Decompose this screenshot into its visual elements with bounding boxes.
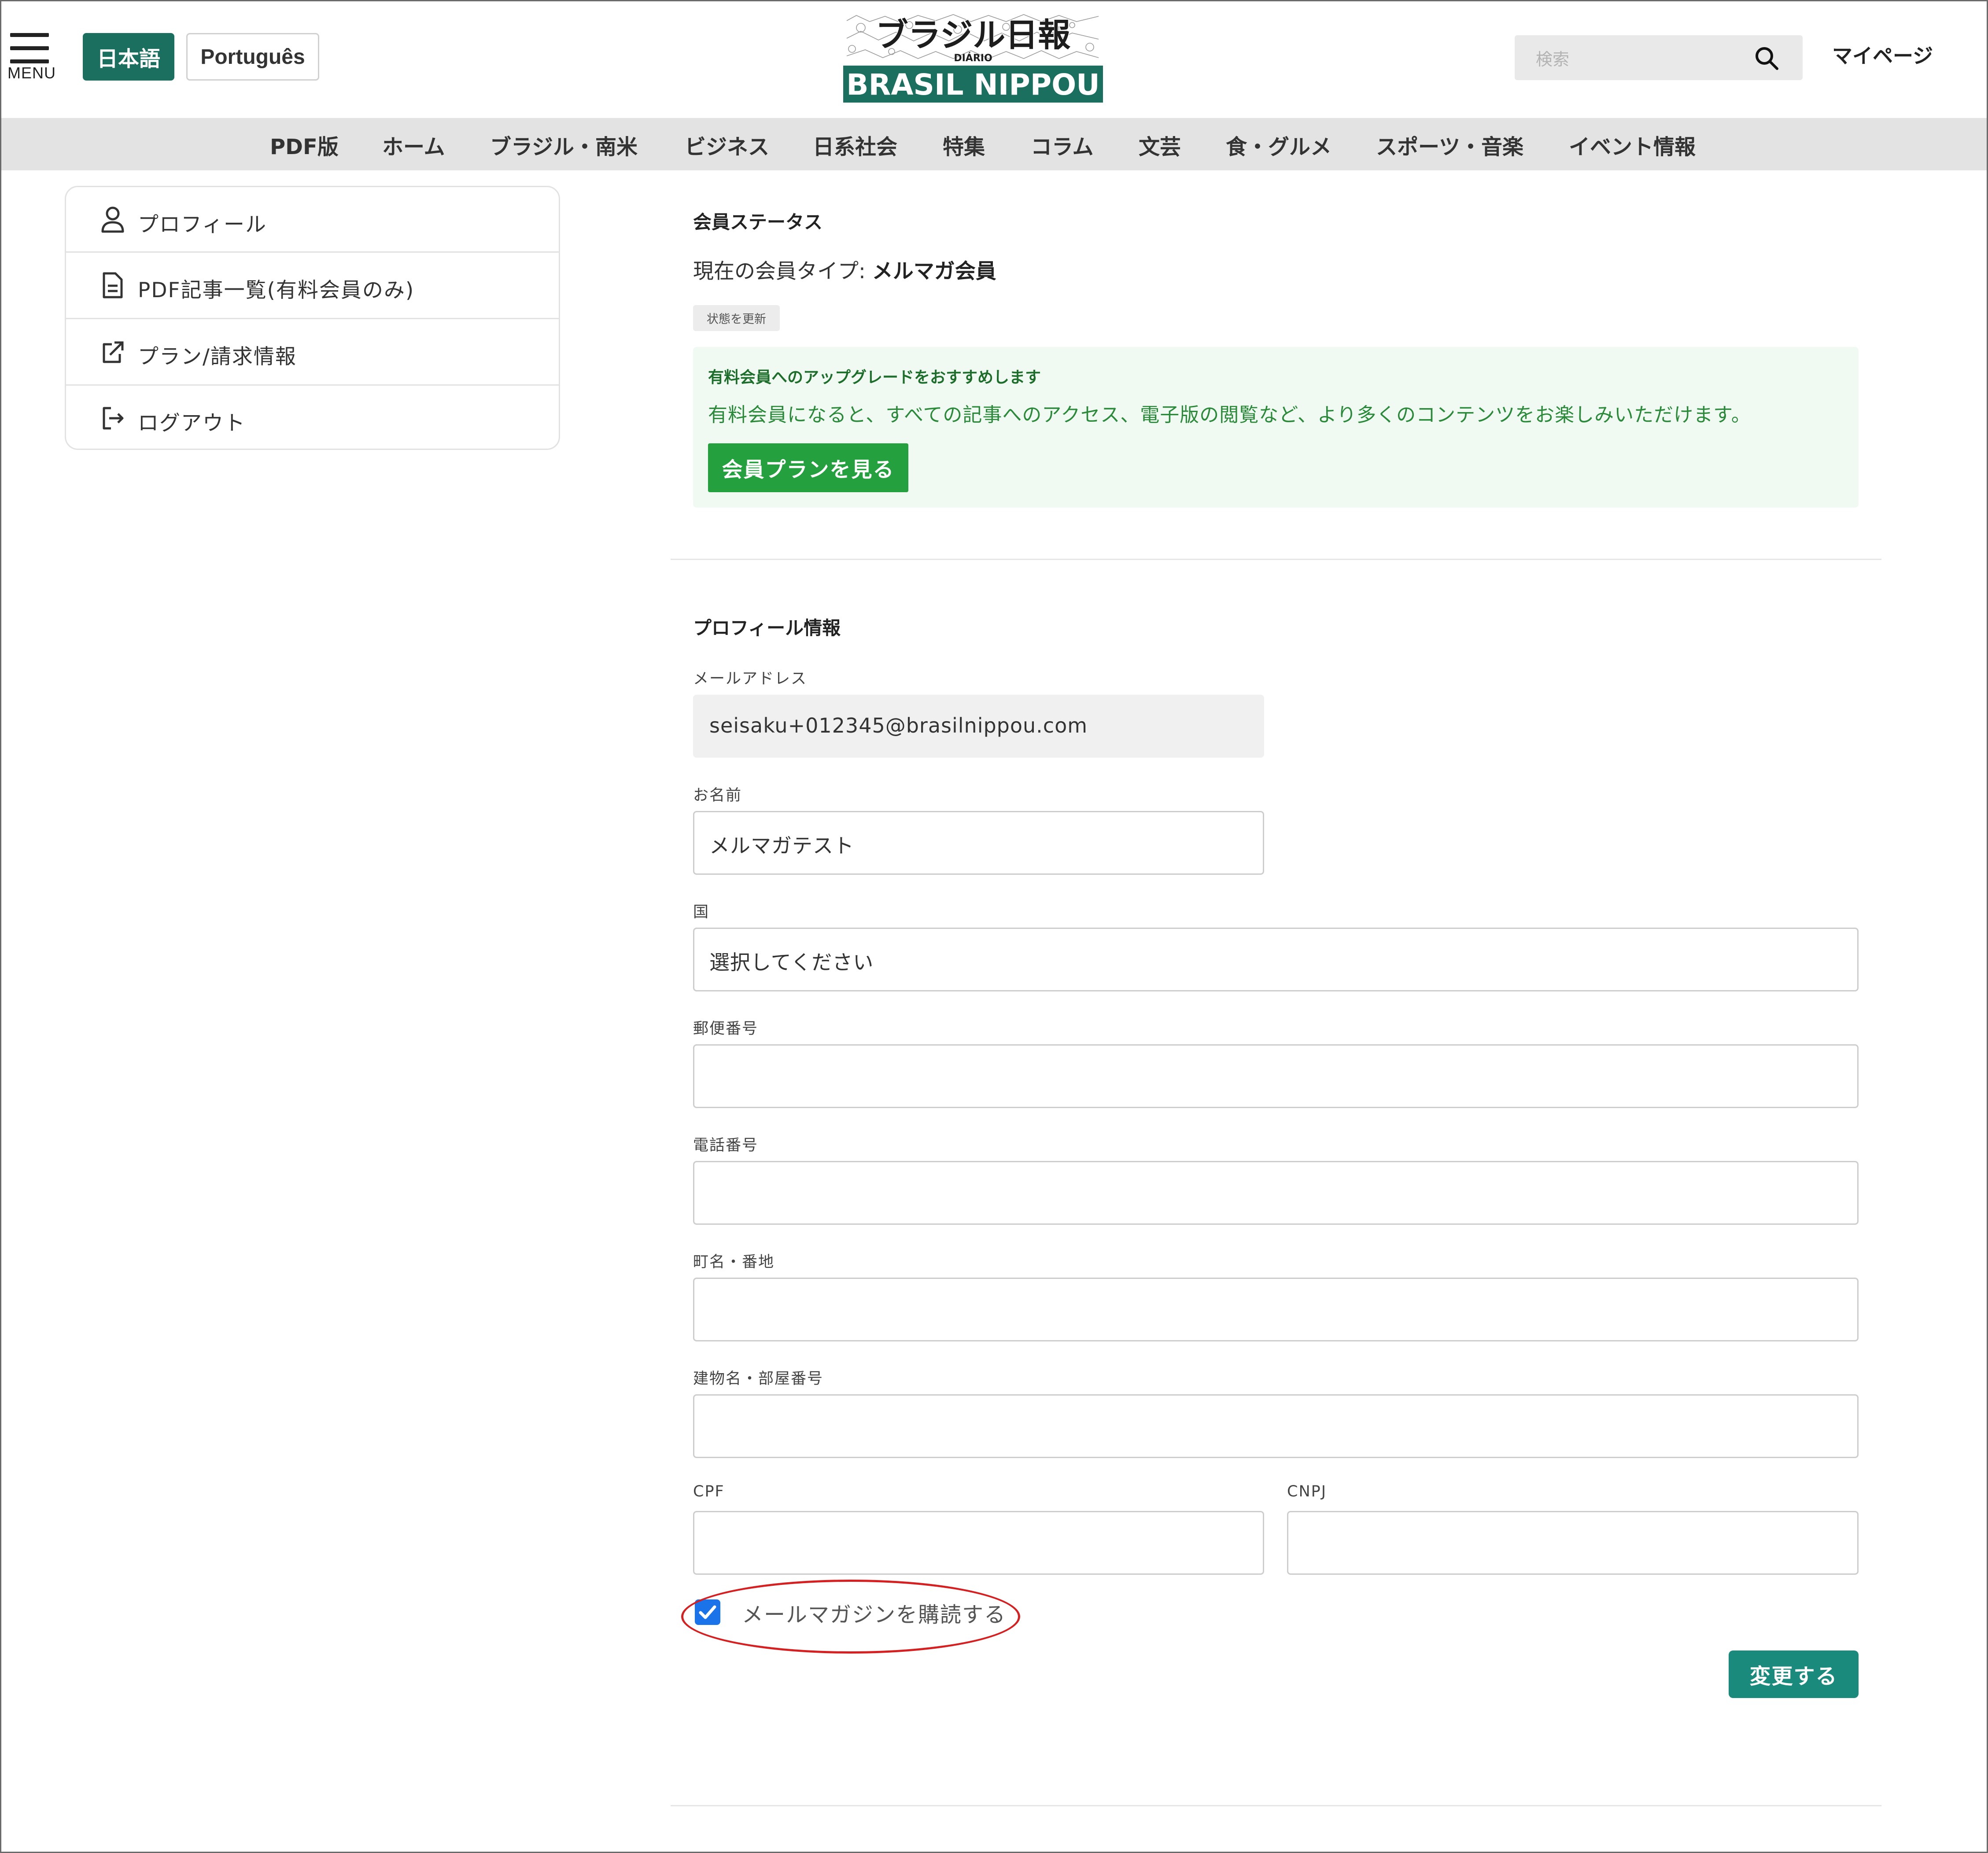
cnpj-input[interactable] [1287,1511,1859,1575]
zip-label: 郵便番号 [693,1020,759,1038]
language-portuguese-button[interactable]: Português [186,33,319,81]
email-value: seisaku+012345@brasilnippou.com [709,714,1088,737]
sidebar-item-logout[interactable]: ログアウト [66,386,559,451]
address-input[interactable] [693,1278,1859,1341]
building-label: 建物名・部屋番号 [693,1370,824,1388]
nav-item-column[interactable]: コラム [1031,129,1094,160]
sidebar-item-profile[interactable]: プロフィール [66,187,559,252]
nav-item-food[interactable]: 食・グルメ [1226,129,1331,160]
nav-item-events[interactable]: イベント情報 [1569,129,1696,160]
email-label: メールアドレス [693,670,808,688]
country-value: 選択してください [709,950,874,974]
refresh-status-button[interactable]: 状態を更新 [693,305,780,331]
upgrade-title: 有料会員へのアップグレードをおすすめします [708,368,1041,387]
sidebar-item-label: PDF記事一覧(有料会員のみ) [138,278,415,302]
sidebar-item-plan-billing[interactable]: プラン/請求情報 [66,319,559,384]
country-label: 国 [693,903,710,921]
search-placeholder: 検索 [1536,50,1570,69]
nav-item-sports[interactable]: スポーツ・音楽 [1376,129,1523,160]
member-type-text: 現在の会員タイプ: メルマガ会員 [693,254,996,284]
nav-item-features[interactable]: 特集 [943,129,985,160]
annotation-highlight-circle [681,1580,1020,1654]
view-plans-button[interactable]: 会員プランを見る [708,443,908,492]
nav-item-nikkei[interactable]: 日系社会 [813,129,897,160]
main-nav: PDF版 ホーム ブラジル・南米 ビジネス 日系社会 特集 コラム 文芸 食・グ… [1,118,1987,170]
nav-item-home[interactable]: ホーム [382,129,445,160]
address-label: 町名・番地 [693,1253,775,1271]
member-status-heading: 会員ステータス [693,211,823,233]
language-japanese-button[interactable]: 日本語 [83,33,174,81]
user-icon [101,206,124,233]
phone-input[interactable] [693,1161,1859,1225]
phone-label: 電話番号 [693,1137,759,1154]
section-divider [671,559,1881,560]
submit-changes-button[interactable]: 変更する [1729,1650,1859,1698]
logo-bottom-text: BRASIL NIPPOU [846,68,1100,102]
document-icon [103,272,123,298]
profile-info-heading: プロフィール情報 [693,617,841,639]
name-label: お名前 [693,787,742,804]
sidebar-item-label: ログアウト [138,411,246,435]
hamburger-icon-bar [10,59,49,63]
site-logo[interactable]: ブラジル日報 DIÁRIO BRASIL NIPPOU [843,12,1103,103]
zip-input[interactable] [693,1044,1859,1108]
nav-item-pdf[interactable]: PDF版 [270,129,339,160]
nav-item-brazil[interactable]: ブラジル・南米 [490,129,638,160]
email-field: seisaku+012345@brasilnippou.com [693,695,1264,758]
search-box[interactable]: 検索 [1515,35,1803,80]
section-divider [671,1805,1881,1806]
cpf-input[interactable] [693,1511,1264,1575]
sidebar-item-pdf-articles[interactable]: PDF記事一覧(有料会員のみ) [66,253,559,318]
member-type-prefix: 現在の会員タイプ: [693,259,872,284]
cnpj-label: CNPJ [1287,1483,1327,1500]
menu-label: MENU [7,64,56,82]
member-type-value: メルマガ会員 [872,259,996,284]
cpf-label: CPF [693,1483,725,1500]
hamburger-icon-bar [10,46,49,50]
name-input[interactable]: メルマガテスト [693,811,1264,875]
upgrade-description: 有料会員になると、すべての記事へのアクセス、電子版の閲覧など、より多くのコンテン… [708,404,1751,426]
sidebar-item-label: プラン/請求情報 [138,345,297,369]
account-sidebar: プロフィール PDF記事一覧(有料会員のみ) プラン/請求情報 ログアウト [65,186,560,450]
nav-item-literature[interactable]: 文芸 [1139,129,1181,160]
upgrade-notice: 有料会員へのアップグレードをおすすめします 有料会員になると、すべての記事へのア… [693,347,1859,508]
name-value: メルマガテスト [709,834,854,858]
logo-top-text: ブラジル日報 [876,16,1071,54]
nav-item-business[interactable]: ビジネス [685,129,769,160]
sidebar-item-label: プロフィール [138,213,267,237]
country-select[interactable]: 選択してください [693,928,1859,991]
page-frame: MENU 日本語 Português ブラジル日報 DIÁRIO BRASIL … [0,0,1988,1853]
external-link-icon [103,341,124,363]
building-input[interactable] [693,1394,1859,1458]
search-icon[interactable] [1753,45,1780,71]
logout-icon [103,407,124,430]
menu-button[interactable]: MENU [7,33,55,82]
logo-small-text: DIÁRIO [954,52,992,64]
hamburger-icon-bar [10,33,49,37]
mypage-link[interactable]: マイページ [1832,40,1933,69]
